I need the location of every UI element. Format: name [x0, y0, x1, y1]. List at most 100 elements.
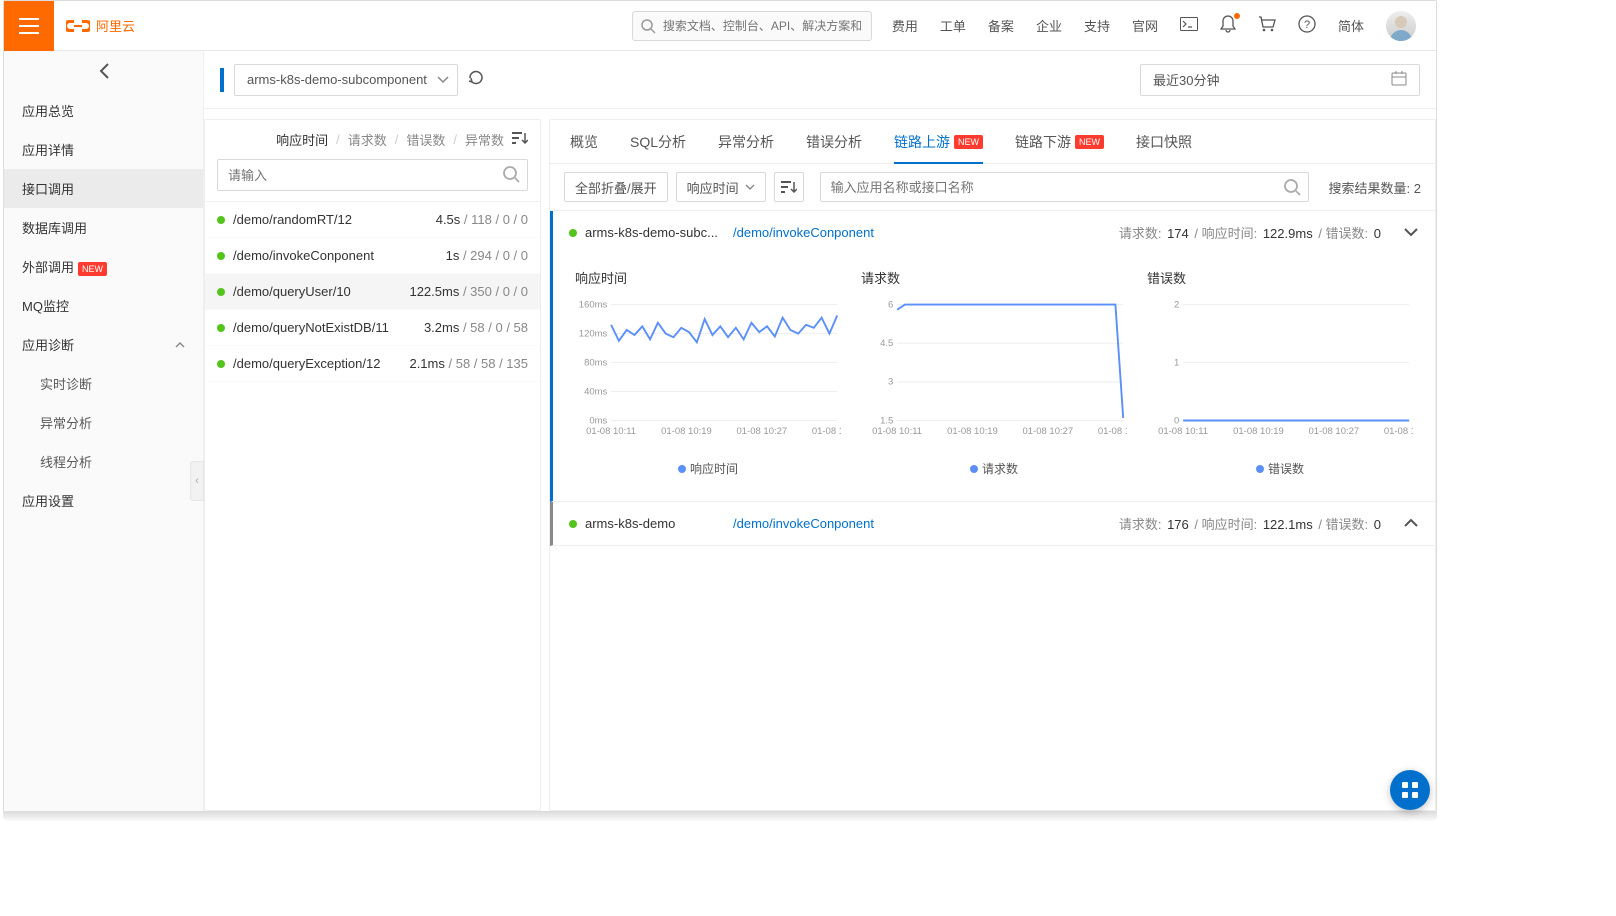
endpoint-item[interactable]: /demo/queryUser/10122.5ms / 350 / 0 / 0 [205, 274, 540, 310]
tab-6[interactable]: 接口快照 [1136, 120, 1192, 164]
sidebar-item-10[interactable]: 应用设置 [4, 481, 203, 520]
nav-homepage[interactable]: 官网 [1132, 16, 1158, 35]
sort-rt[interactable]: 响应时间 [276, 130, 328, 149]
top-nav: 费用 工单 备案 企业 支持 官网 ? 简体 [892, 11, 1416, 41]
sidebar-item-0[interactable]: 应用总览 [4, 91, 203, 130]
collapse-toggle[interactable]: 全部折叠/展开 [564, 172, 668, 202]
upstream-stats: 请求数: 176 / 响应时间: 122.1ms / 错误数: 0 [1119, 514, 1383, 533]
endpoint-item[interactable]: /demo/randomRT/124.5s / 118 / 0 / 0 [205, 202, 540, 238]
tab-2[interactable]: 异常分析 [718, 120, 774, 164]
chart-card: 响应时间0ms40ms80ms120ms160ms01-08 10:1101-0… [567, 264, 849, 481]
endpoint-path: /demo/queryNotExistDB/11 [233, 320, 424, 335]
sort-req[interactable]: 请求数 [348, 130, 387, 149]
endpoint-item[interactable]: /demo/queryException/122.1ms / 58 / 58 /… [205, 346, 540, 382]
brand-logo[interactable]: 阿里云 [66, 16, 135, 36]
upstream-search-input[interactable] [820, 172, 1309, 202]
hamburger-menu[interactable] [4, 1, 54, 51]
chart-card: 错误数01201-08 10:1101-08 10:1901-08 10:270… [1139, 264, 1421, 481]
nav-fee[interactable]: 费用 [892, 16, 918, 35]
svg-text:0: 0 [1174, 415, 1179, 426]
global-search-input[interactable] [632, 11, 872, 41]
tab-1[interactable]: SQL分析 [630, 120, 686, 164]
sidebar-collapse[interactable]: ‹ [190, 461, 204, 501]
svg-text:01-08 10:19: 01-08 10:19 [1233, 426, 1284, 437]
result-count: 搜索结果数量: 2 [1329, 178, 1421, 197]
svg-text:01-08 10:11: 01-08 10:11 [872, 426, 922, 437]
header-accent [220, 68, 224, 92]
svg-text:40ms: 40ms [584, 386, 607, 397]
upstream-stats: 请求数: 174 / 响应时间: 122.9ms / 错误数: 0 [1119, 223, 1383, 242]
avatar[interactable] [1386, 11, 1416, 41]
tab-5[interactable]: 链路下游NEW [1015, 120, 1104, 164]
sort-icon[interactable] [512, 131, 528, 148]
endpoint-search-input[interactable] [217, 159, 528, 191]
svg-text:01-08 10:27: 01-08 10:27 [1308, 426, 1359, 437]
endpoint-stats: 3.2ms / 58 / 0 / 58 [424, 320, 528, 335]
upstream-header[interactable]: arms-k8s-demo-subc.../demo/invokeConpone… [553, 211, 1435, 254]
refresh-icon[interactable] [468, 70, 484, 89]
chart-area: 01201-08 10:1101-08 10:1901-08 10:2701-0… [1147, 293, 1413, 456]
tab-0[interactable]: 概览 [570, 120, 598, 164]
lang-switch[interactable]: 简体 [1338, 16, 1364, 35]
chart-title: 错误数 [1147, 268, 1413, 287]
nav-enterprise[interactable]: 企业 [1036, 16, 1062, 35]
calendar-icon [1391, 70, 1407, 89]
sidebar-item-8[interactable]: 异常分析 [4, 403, 203, 442]
chart-legend: 请求数 [861, 460, 1127, 477]
sidebar-item-6[interactable]: 应用诊断 [4, 325, 203, 364]
help-icon[interactable]: ? [1298, 15, 1316, 36]
chevron-icon[interactable] [1403, 516, 1419, 531]
apps-fab[interactable] [1390, 770, 1430, 810]
chevron-icon[interactable] [1403, 225, 1419, 240]
sidebar-item-4[interactable]: 外部调用NEW [4, 247, 203, 286]
search-icon[interactable] [502, 165, 520, 186]
app-selector-value: arms-k8s-demo-subcomponent [247, 72, 427, 87]
sort-exc[interactable]: 异常数 [465, 130, 504, 149]
chart-title: 响应时间 [575, 268, 841, 287]
back-button[interactable] [4, 51, 203, 91]
main-header: arms-k8s-demo-subcomponent 最近30分钟 [204, 51, 1436, 109]
time-range-value: 最近30分钟 [1153, 70, 1219, 89]
nav-ticket[interactable]: 工单 [940, 16, 966, 35]
status-dot [217, 216, 225, 224]
app-selector[interactable]: arms-k8s-demo-subcomponent [234, 64, 458, 96]
cloudshell-icon[interactable] [1180, 17, 1198, 34]
list-order-toggle[interactable] [774, 172, 804, 202]
cart-icon[interactable] [1258, 16, 1276, 35]
endpoint-item[interactable]: /demo/queryNotExistDB/113.2ms / 58 / 0 /… [205, 310, 540, 346]
bell-icon[interactable] [1220, 15, 1236, 36]
sort-err[interactable]: 错误数 [406, 130, 445, 149]
sidebar-item-9[interactable]: 线程分析 [4, 442, 203, 481]
upstream-header[interactable]: arms-k8s-demo/demo/invokeConponent 请求数: 1… [553, 502, 1435, 545]
sidebar-item-1[interactable]: 应用详情 [4, 130, 203, 169]
global-search[interactable] [632, 11, 872, 41]
nav-icp[interactable]: 备案 [988, 16, 1014, 35]
tab-4[interactable]: 链路上游NEW [894, 120, 983, 164]
endpoint-search [205, 159, 540, 202]
endpoint-panel: 响应时间/ 请求数/ 错误数/ 异常数 /demo/randomRT/124.5… [204, 119, 541, 811]
sidebar-item-5[interactable]: MQ监控 [4, 286, 203, 325]
upstream-app: arms-k8s-demo [585, 516, 725, 531]
status-dot [217, 252, 225, 260]
nav-support[interactable]: 支持 [1084, 16, 1110, 35]
chart-title: 请求数 [861, 268, 1127, 287]
sidebar-item-7[interactable]: 实时诊断 [4, 364, 203, 403]
search-icon[interactable] [1283, 178, 1301, 199]
endpoint-item[interactable]: /demo/invokeConponent1s / 294 / 0 / 0 [205, 238, 540, 274]
tab-3[interactable]: 错误分析 [806, 120, 862, 164]
sort-select[interactable]: 响应时间 [676, 172, 766, 202]
upstream-endpoint[interactable]: /demo/invokeConponent [733, 516, 874, 531]
status-dot [217, 288, 225, 296]
upstream-endpoint[interactable]: /demo/invokeConponent [733, 225, 874, 240]
svg-text:01-08 10:35: 01-08 10:35 [1098, 426, 1127, 437]
svg-text:01-08 10:19: 01-08 10:19 [661, 426, 712, 437]
svg-text:2: 2 [1174, 299, 1179, 310]
time-range-selector[interactable]: 最近30分钟 [1140, 64, 1420, 96]
endpoint-path: /demo/invokeConponent [233, 248, 446, 263]
detail-panel: 概览 SQL分析异常分析错误分析链路上游NEW 链路下游NEW 接口快照 全部折叠/展… [549, 119, 1436, 811]
svg-text:01-08 10:35: 01-08 10:35 [812, 426, 841, 437]
sidebar-item-3[interactable]: 数据库调用 [4, 208, 203, 247]
svg-text:01-08 10:35: 01-08 10:35 [1384, 426, 1413, 437]
endpoint-stats: 4.5s / 118 / 0 / 0 [436, 212, 528, 227]
sidebar-item-2[interactable]: 接口调用 [4, 169, 203, 208]
